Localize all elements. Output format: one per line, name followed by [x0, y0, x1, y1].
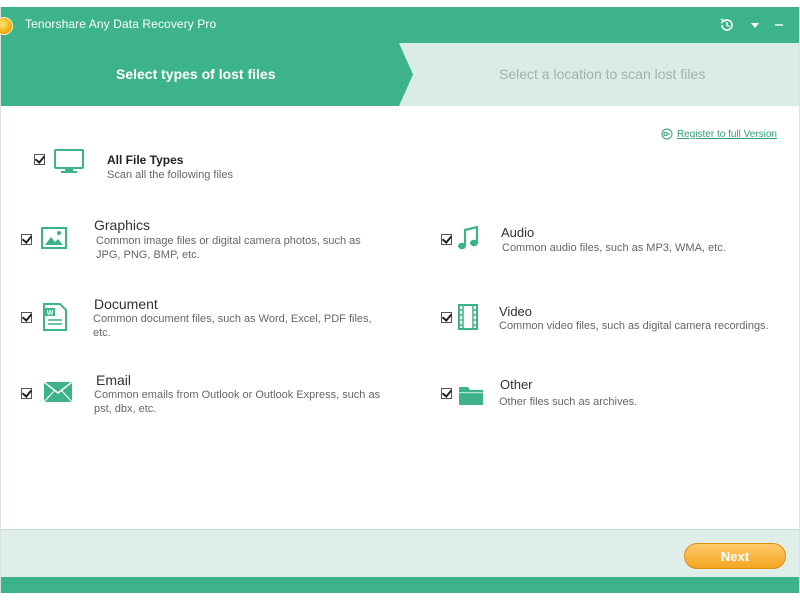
history-icon[interactable]	[715, 13, 739, 37]
graphics-checkbox[interactable]	[21, 234, 32, 245]
video-title: Video	[499, 304, 533, 319]
envelope-icon	[43, 381, 73, 403]
app-title: Tenorshare Any Data Recovery Pro	[25, 17, 217, 31]
audio-checkbox[interactable]	[441, 234, 452, 245]
email-title: Email	[96, 372, 132, 388]
all-file-types-description: Scan all the following files	[107, 169, 233, 181]
film-icon	[458, 304, 478, 330]
graphics-description: Common image files or digital camera pho…	[96, 235, 361, 261]
register-link[interactable]: Register to full Version	[661, 128, 777, 140]
video-checkbox[interactable]	[441, 312, 452, 323]
step-1-label: Select types of lost files	[116, 66, 276, 82]
other-title: Other	[500, 377, 533, 392]
other-description: Other files such as archives.	[499, 396, 638, 408]
footer-bar	[1, 529, 799, 578]
dropdown-menu-icon[interactable]	[743, 13, 767, 37]
audio-title: Audio	[501, 225, 535, 240]
step-banner: Select types of lost files Select a loca…	[1, 43, 799, 106]
music-note-icon	[458, 226, 479, 250]
image-icon	[41, 227, 67, 249]
title-bar: Tenorshare Any Data Recovery Pro	[0, 7, 799, 43]
register-link-text: Register to full Version	[676, 128, 777, 140]
document-checkbox[interactable]	[21, 312, 32, 323]
bottom-strip	[1, 577, 799, 593]
monitor-icon	[54, 149, 84, 173]
step-2-label: Select a location to scan lost files	[499, 66, 706, 82]
key-icon	[661, 128, 673, 140]
other-checkbox[interactable]	[441, 388, 452, 399]
graphics-title: Graphics	[94, 217, 151, 233]
document-description: Common document files, such as Word, Exc…	[93, 313, 372, 339]
svg-text:W: W	[47, 310, 54, 317]
document-icon: W	[43, 303, 67, 331]
folder-icon	[459, 387, 483, 405]
app-window: Tenorshare Any Data Recovery Pro Select …	[0, 7, 800, 593]
all-file-types-title: All File Types	[107, 153, 184, 167]
minimize-icon[interactable]	[767, 13, 791, 37]
audio-description: Common audio files, such as MP3, WMA, et…	[502, 242, 726, 254]
email-checkbox[interactable]	[21, 388, 32, 399]
all-file-types-checkbox[interactable]	[34, 154, 45, 165]
next-button[interactable]: Next	[684, 543, 786, 569]
app-logo-icon	[0, 17, 13, 35]
email-description: Common emails from Outlook or Outlook Ex…	[94, 389, 381, 415]
video-description: Common video files, such as digital came…	[499, 320, 769, 332]
document-title: Document	[94, 296, 158, 312]
